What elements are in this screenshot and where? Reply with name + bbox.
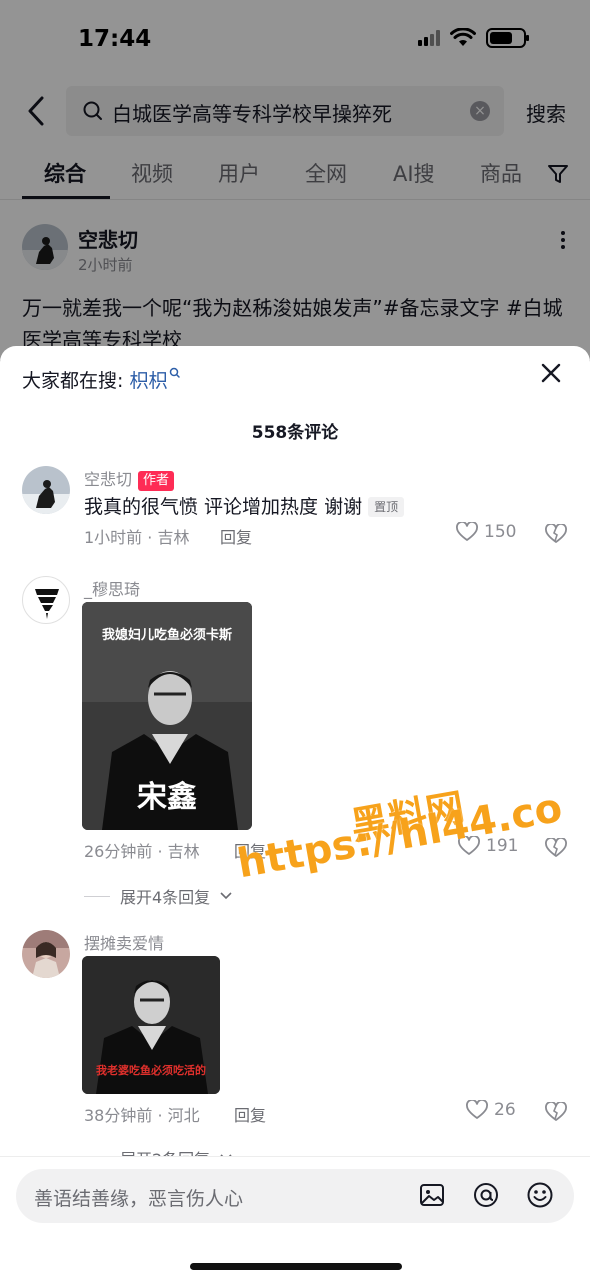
avatar[interactable]: [22, 466, 70, 514]
expand-divider: [84, 895, 110, 897]
comment-text-content: 我真的很气愤 评论增加热度 谢谢: [84, 496, 363, 518]
comment-meta: 1小时前 · 吉林: [84, 528, 190, 547]
comment-count: 558条评论: [251, 423, 339, 443]
comment-username[interactable]: 空悲切 作者: [84, 466, 175, 491]
comment-input[interactable]: 善语结善缘，恶言伤人心: [16, 1169, 574, 1223]
comment-input-placeholder: 善语结善缘，恶言伤人心: [34, 1188, 244, 1210]
hot-search-link[interactable]: 枳枳: [129, 370, 167, 392]
heart-icon: [466, 1100, 488, 1119]
comment-image[interactable]: 我老婆吃鱼必须吃活的: [82, 956, 220, 1094]
image-caption: 我老婆吃鱼必须吃活的: [96, 1064, 206, 1077]
reply-button[interactable]: 回复: [234, 1102, 266, 1126]
emoji-icon[interactable]: [526, 1181, 554, 1209]
close-icon[interactable]: [540, 362, 562, 384]
like-count: 26: [494, 1100, 516, 1120]
like-button[interactable]: 26: [466, 1100, 516, 1120]
search-icon: [170, 367, 181, 378]
comment-username-text[interactable]: 空悲切: [84, 470, 132, 489]
broken-heart-icon[interactable]: [544, 1102, 568, 1122]
comment-image[interactable]: 我媳妇儿吃鱼必须卡斯 宋鑫: [82, 602, 252, 830]
image-icon[interactable]: [418, 1181, 446, 1209]
image-name-text: 宋鑫: [137, 780, 197, 815]
broken-heart-icon[interactable]: [544, 524, 568, 544]
broken-heart-icon[interactable]: [544, 838, 568, 858]
comment-username[interactable]: 摆摊卖爱情: [84, 930, 164, 954]
hot-search-row: 大家都在搜: 枳枳: [22, 366, 181, 393]
hot-search-label: 大家都在搜:: [22, 370, 130, 392]
chevron-down-icon: [220, 892, 232, 900]
like-button[interactable]: 150: [456, 522, 516, 542]
avatar[interactable]: [22, 930, 70, 978]
expand-replies-label[interactable]: 展开4条回复: [120, 884, 210, 908]
expand-replies[interactable]: 展开4条回复: [84, 884, 232, 908]
reply-button[interactable]: 回复: [220, 524, 252, 548]
mention-icon[interactable]: [472, 1181, 500, 1209]
pinned-badge: 置顶: [368, 497, 405, 517]
home-indicator: [190, 1263, 402, 1270]
comment-input-bar: 善语结善缘，恶言伤人心: [0, 1156, 590, 1280]
author-badge: 作者: [138, 471, 175, 491]
comment-username[interactable]: _穆思琦: [84, 576, 140, 600]
image-caption: 我媳妇儿吃鱼必须卡斯: [101, 628, 232, 643]
heart-icon: [456, 522, 478, 541]
like-count: 150: [484, 522, 517, 542]
avatar[interactable]: [22, 576, 70, 624]
comment-text: 我真的很气愤 评论增加热度 谢谢 置顶: [84, 492, 405, 519]
comment-meta: 26分钟前 · 吉林: [84, 842, 200, 861]
comment-meta: 38分钟前 · 河北: [84, 1106, 200, 1125]
